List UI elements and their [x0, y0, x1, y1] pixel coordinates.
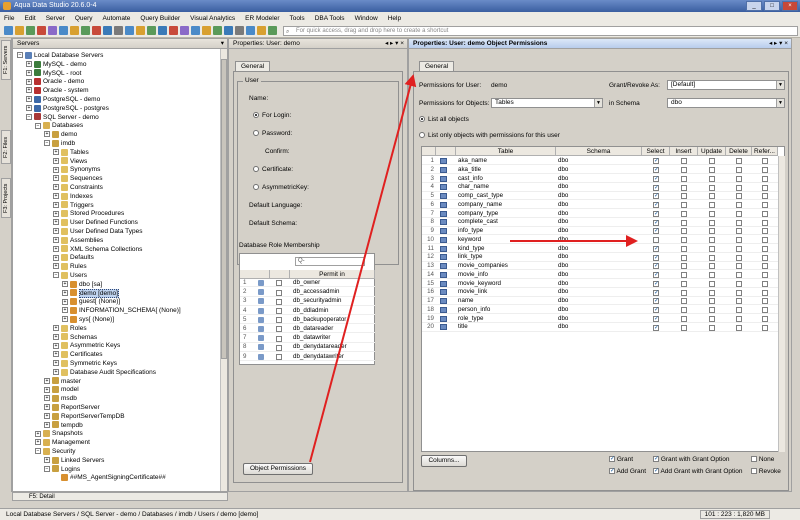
annotation-arrow-to-tab	[309, 74, 417, 463]
annotation-overlay	[309, 74, 638, 463]
status-bar: Local Database Servers / SQL Server - de…	[0, 508, 800, 520]
status-breadcrumb: Local Database Servers / SQL Server - de…	[6, 511, 259, 518]
memory-indicator: 101 : 223 : 1,820 MB	[699, 510, 770, 519]
